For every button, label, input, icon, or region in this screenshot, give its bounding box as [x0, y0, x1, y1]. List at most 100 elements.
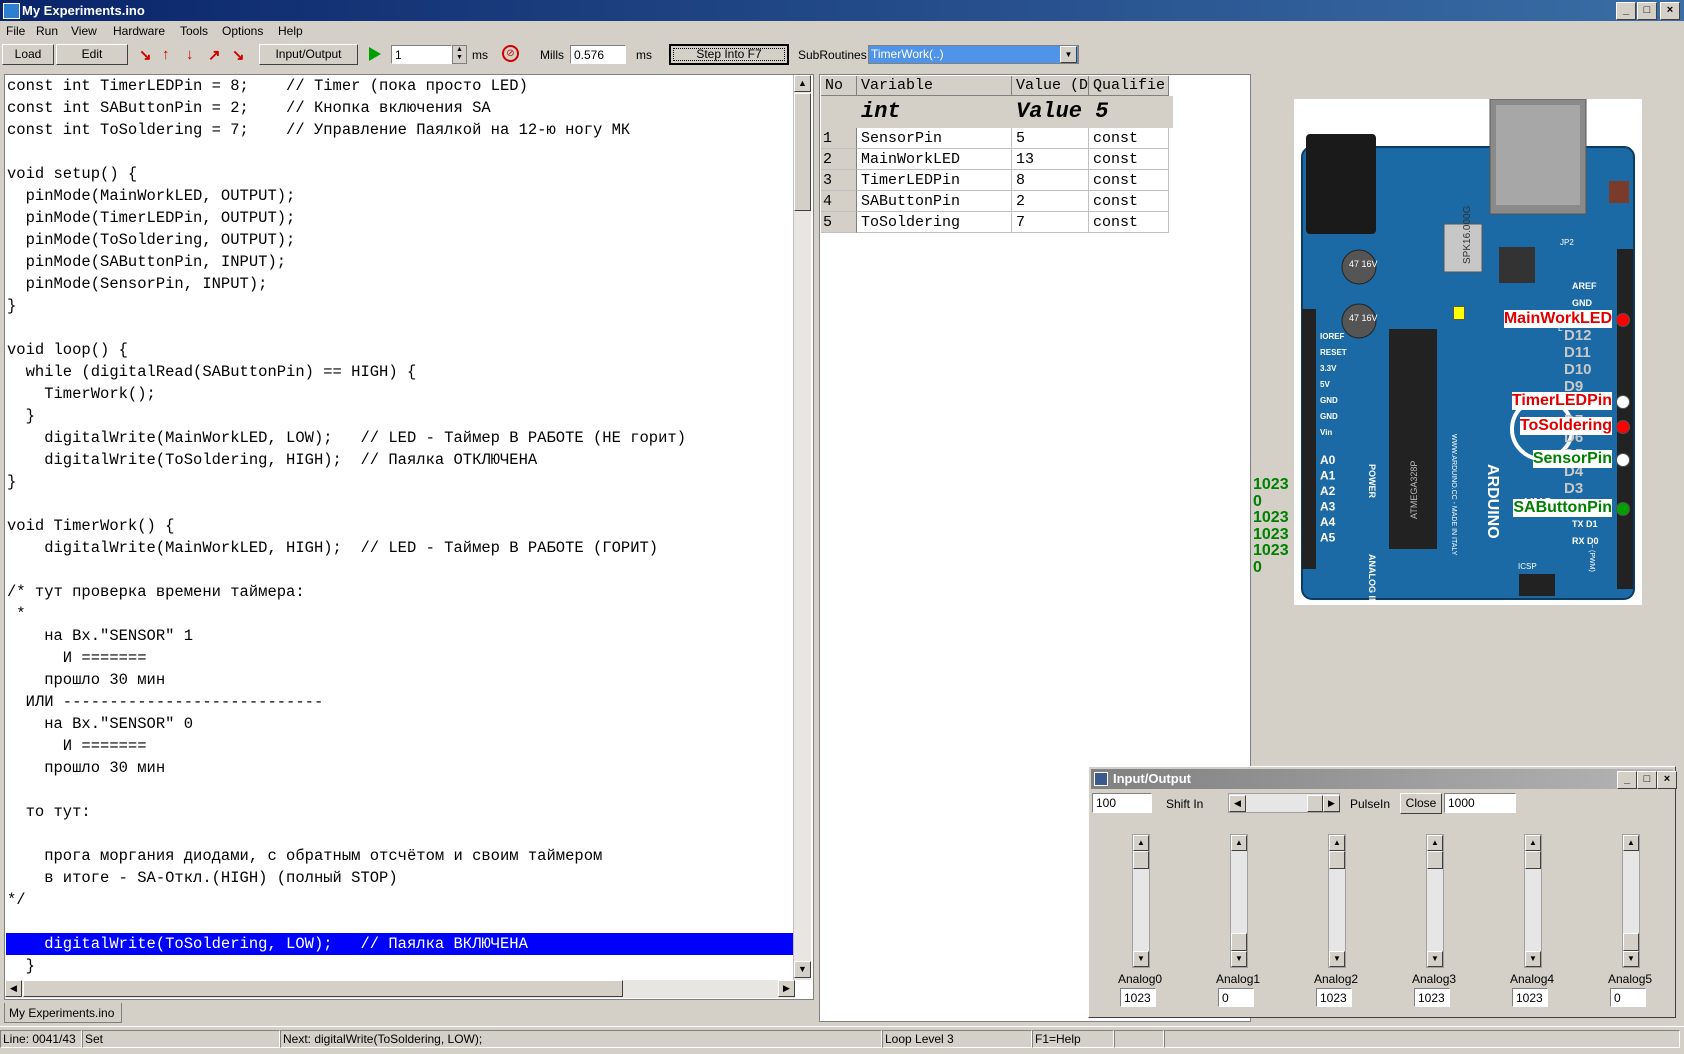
var-cell-value[interactable]: 5 — [1012, 128, 1089, 149]
var-cell-no[interactable]: 2 — [821, 149, 857, 170]
arrow-up-icon[interactable]: ↑ — [162, 46, 170, 63]
code-line[interactable]: pinMode(ToSoldering, OUTPUT); — [7, 229, 296, 251]
shift-slider[interactable]: ◀ ▶ — [1228, 793, 1340, 813]
menu-options[interactable]: Options — [222, 24, 263, 38]
code-line[interactable]: pinMode(SAButtonPin, INPUT); — [7, 251, 286, 273]
mills-input[interactable] — [570, 45, 626, 64]
analog-slider[interactable]: ▲ ▼ — [1622, 834, 1640, 968]
code-line[interactable]: pinMode(SensorPin, INPUT); — [7, 273, 268, 295]
code-editor[interactable]: const int TimerLEDPin = 8; // Timer (пок… — [4, 74, 814, 1000]
var-cell-no[interactable]: 1 — [821, 128, 857, 149]
run-icon[interactable] — [369, 47, 381, 61]
file-tab[interactable]: My Experiments.ino — [4, 1003, 122, 1023]
var-cell-value[interactable]: 13 — [1012, 149, 1089, 170]
slider-up-icon[interactable]: ▲ — [1133, 835, 1149, 851]
var-cell-value[interactable]: 8 — [1012, 170, 1089, 191]
var-cell-qual[interactable]: const — [1089, 212, 1169, 233]
editor-vertical-scrollbar[interactable]: ▲ ▼ — [793, 75, 811, 980]
edit-button[interactable]: Edit — [56, 44, 128, 65]
slider-up-icon[interactable]: ▲ — [1329, 835, 1345, 851]
menu-run[interactable]: Run — [36, 24, 58, 38]
slider-thumb[interactable] — [1329, 851, 1345, 869]
code-line[interactable]: в итоге - SA-Откл.(HIGH) (полный STOP) — [7, 867, 397, 889]
code-line[interactable]: на Вх."SENSOR" 0 — [7, 713, 193, 735]
code-line[interactable]: pinMode(MainWorkLED, OUTPUT); — [7, 185, 296, 207]
editor-horizontal-scrollbar[interactable]: ◀ ▶ — [5, 980, 795, 998]
slider-down-icon[interactable]: ▼ — [1427, 951, 1443, 967]
slider-down-icon[interactable]: ▼ — [1231, 951, 1247, 967]
slider-thumb[interactable] — [1231, 933, 1247, 951]
var-cell-name[interactable]: ToSoldering — [857, 212, 1012, 233]
analog-slider[interactable]: ▲ ▼ — [1426, 834, 1444, 968]
var-cell-value[interactable]: 2 — [1012, 191, 1089, 212]
shift-right-icon[interactable]: ▶ — [1323, 795, 1340, 812]
speed-spinner[interactable]: ▲ ▼ — [452, 45, 467, 64]
analog-slider[interactable]: ▲ ▼ — [1230, 834, 1248, 968]
code-line[interactable]: прошло 30 мин — [7, 757, 165, 779]
analog-value-input[interactable] — [1512, 988, 1548, 1007]
menu-view[interactable]: View — [71, 24, 97, 38]
scroll-down-icon[interactable]: ▼ — [794, 961, 811, 978]
scroll-left-icon[interactable]: ◀ — [5, 980, 22, 997]
slider-down-icon[interactable]: ▼ — [1623, 951, 1639, 967]
io-minimize-button[interactable]: _ — [1617, 771, 1637, 789]
close-button[interactable]: × — [1660, 2, 1680, 20]
slider-thumb[interactable] — [1525, 851, 1541, 869]
var-cell-no[interactable]: 5 — [821, 212, 857, 233]
col-qualifier[interactable]: Qualifie — [1089, 76, 1169, 96]
chevron-down-icon[interactable]: ▼ — [1060, 46, 1077, 63]
analog-slider[interactable]: ▲ ▼ — [1524, 834, 1542, 968]
var-cell-name[interactable]: MainWorkLED — [857, 149, 1012, 170]
code-line[interactable]: const int ToSoldering = 7; // Управление… — [7, 119, 630, 141]
analog-slider[interactable]: ▲ ▼ — [1328, 834, 1346, 968]
col-no[interactable]: No — [821, 76, 857, 96]
code-line[interactable]: прога моргания диодами, с обратным отсчё… — [7, 845, 602, 867]
subroutines-select[interactable]: TimerWork(..) — [868, 45, 1079, 64]
col-variable[interactable]: Variable — [857, 76, 1012, 96]
code-line[interactable]: } — [7, 955, 35, 977]
code-line[interactable]: И ======= — [7, 647, 147, 669]
maximize-button[interactable]: □ — [1637, 2, 1657, 20]
slider-thumb[interactable] — [1133, 851, 1149, 869]
var-cell-name[interactable]: TimerLEDPin — [857, 170, 1012, 191]
shift-value-input[interactable] — [1092, 793, 1152, 813]
analog-slider[interactable]: ▲ ▼ — [1132, 834, 1150, 968]
arrow-upright-icon[interactable]: ↗ — [208, 46, 221, 64]
arrow-downright-icon[interactable]: ↘ — [139, 46, 152, 64]
code-line[interactable]: void setup() { — [7, 163, 137, 185]
analog-value-input[interactable] — [1316, 988, 1352, 1007]
code-line[interactable]: const int TimerLEDPin = 8; // Timer (пок… — [7, 75, 528, 97]
code-line[interactable]: void loop() { — [7, 339, 128, 361]
arrow-down-icon[interactable]: ↓ — [186, 46, 194, 63]
code-line[interactable]: } — [7, 471, 16, 493]
scroll-up-icon[interactable]: ▲ — [794, 75, 811, 92]
slider-up-icon[interactable]: ▲ — [1231, 835, 1247, 851]
code-line[interactable]: то тут: — [7, 801, 91, 823]
var-cell-no[interactable]: 4 — [821, 191, 857, 212]
var-cell-qual[interactable]: const — [1089, 170, 1169, 191]
slider-thumb[interactable] — [1623, 933, 1639, 951]
shift-thumb[interactable] — [1307, 795, 1323, 812]
code-line-current[interactable]: digitalWrite(ToSoldering, LOW); // Паялк… — [6, 933, 797, 955]
slider-up-icon[interactable]: ▲ — [1525, 835, 1541, 851]
code-line[interactable]: digitalWrite(MainWorkLED, HIGH); // LED … — [7, 537, 658, 559]
io-maximize-button[interactable]: □ — [1637, 771, 1657, 789]
menu-help[interactable]: Help — [278, 24, 303, 38]
code-line[interactable]: /* тут проверка времени таймера: — [7, 581, 305, 603]
slider-up-icon[interactable]: ▲ — [1623, 835, 1639, 851]
step-into-button[interactable]: Step Into F7 — [669, 44, 789, 65]
var-cell-qual[interactable]: const — [1089, 149, 1169, 170]
code-line[interactable]: */ — [7, 889, 26, 911]
slider-down-icon[interactable]: ▼ — [1133, 951, 1149, 967]
code-line[interactable]: const int SAButtonPin = 2; // Кнопка вкл… — [7, 97, 491, 119]
pulse-value-input[interactable] — [1444, 793, 1516, 813]
code-line[interactable]: digitalWrite(ToSoldering, HIGH); // Паял… — [7, 449, 537, 471]
menu-tools[interactable]: Tools — [180, 24, 208, 38]
code-line[interactable]: } — [7, 405, 35, 427]
var-cell-qual[interactable]: const — [1089, 128, 1169, 149]
analog-value-input[interactable] — [1218, 988, 1254, 1007]
io-close-button[interactable]: × — [1657, 771, 1677, 789]
col-value[interactable]: Value (D — [1012, 76, 1089, 96]
load-button[interactable]: Load — [2, 44, 54, 65]
analog-value-input[interactable] — [1120, 988, 1156, 1007]
